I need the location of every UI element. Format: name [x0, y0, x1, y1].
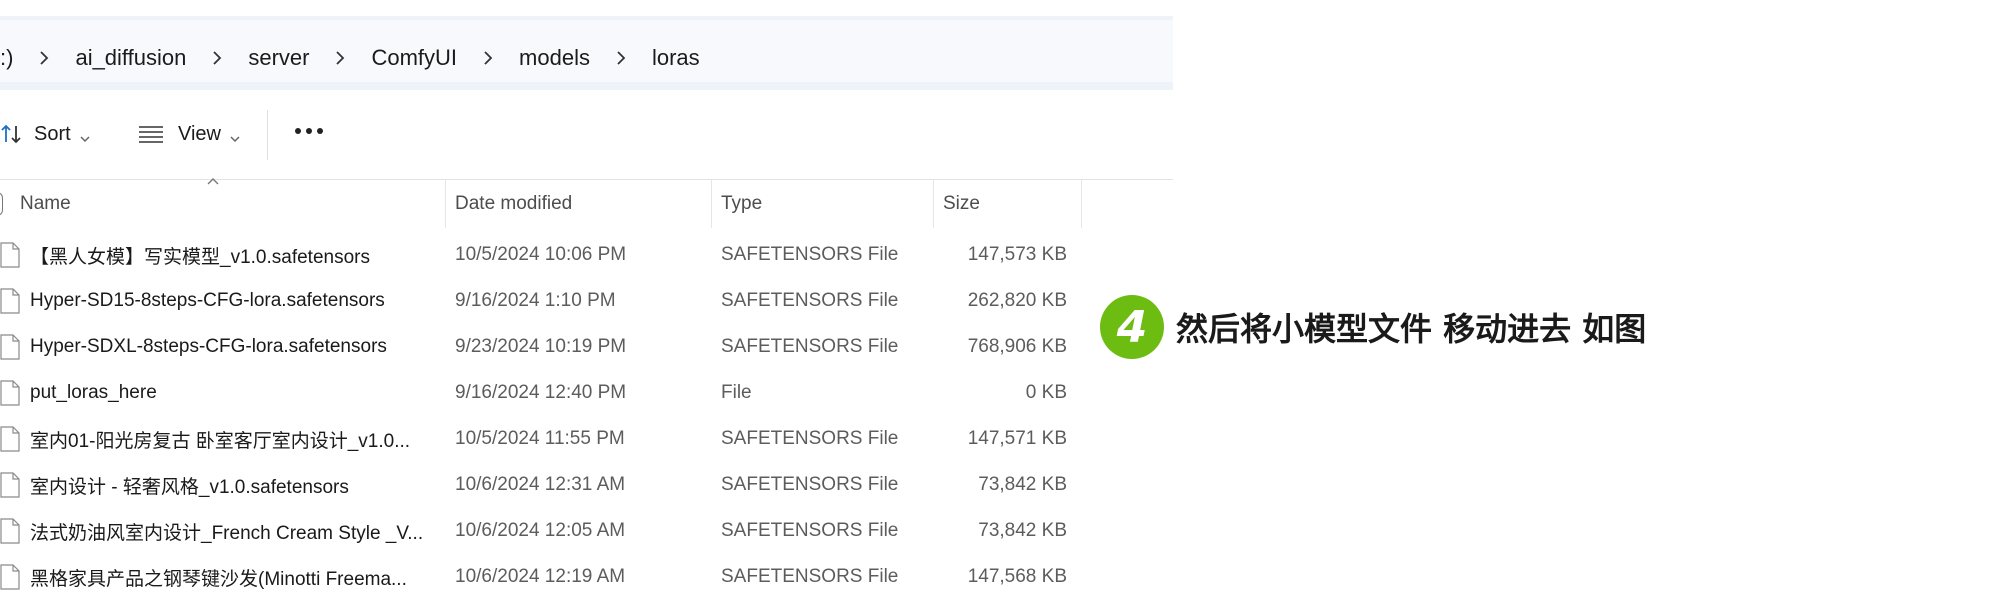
file-type: SAFETENSORS File [721, 290, 899, 311]
toolbar-divider [267, 110, 268, 160]
view-label: View [178, 122, 221, 145]
file-size: 768,906 KB [967, 336, 1067, 357]
file-row[interactable]: 【黑人女模】写实模型_v1.0.safetensors 10/5/2024 10… [0, 232, 1173, 278]
file-name: Hyper-SD15-8steps-CFG-lora.safetensors [30, 290, 385, 311]
file-type: SAFETENSORS File [721, 336, 899, 357]
file-type: SAFETENSORS File [721, 474, 899, 495]
file-size: 262,820 KB [967, 290, 1067, 311]
annotation-text: 然后将小模型文件 移动进去 如图 [1176, 310, 1647, 348]
file-date: 9/23/2024 10:19 PM [455, 336, 627, 357]
file-date: 10/5/2024 10:06 PM [455, 244, 627, 265]
chevron-right-icon [329, 47, 351, 69]
column-divider[interactable] [933, 180, 934, 228]
file-name: Hyper-SDXL-8steps-CFG-lora.safetensors [30, 336, 387, 357]
file-name: 【黑人女模】写实模型_v1.0.safetensors [30, 246, 370, 268]
breadcrumb-ai-diffusion[interactable]: ai_diffusion [75, 45, 186, 71]
chevron-right-icon [610, 47, 632, 69]
file-name: put_loras_here [30, 382, 157, 403]
file-type: SAFETENSORS File [721, 428, 899, 449]
file-date: 10/6/2024 12:19 AM [455, 566, 626, 587]
file-icon [0, 380, 20, 406]
file-date: 10/5/2024 11:55 PM [455, 428, 625, 449]
file-size: 147,571 KB [967, 428, 1067, 449]
chevron-right-icon [477, 47, 499, 69]
column-divider[interactable] [1081, 180, 1082, 228]
file-type: SAFETENSORS File [721, 244, 899, 265]
step-annotation: 4 然后将小模型文件 移动进去 如图 [1100, 293, 1646, 361]
file-date: 10/6/2024 12:31 AM [455, 474, 626, 495]
chevron-down-icon [79, 128, 91, 143]
file-icon [0, 334, 20, 360]
file-icon [0, 518, 20, 544]
sort-button[interactable]: Sort [0, 116, 91, 152]
file-name: 法式奶油风室内设计_French Cream Style _V... [30, 522, 424, 544]
file-type: File [721, 382, 752, 403]
breadcrumb-server[interactable]: server [248, 45, 309, 71]
sort-label: Sort [34, 122, 71, 145]
chevron-right-icon [206, 47, 228, 69]
file-name: 黑格家具产品之钢琴键沙发(Minotti Freema... [30, 568, 407, 590]
file-row[interactable]: 黑格家具产品之钢琴键沙发(Minotti Freema... 10/6/2024… [0, 554, 1173, 600]
file-date: 9/16/2024 12:40 PM [455, 382, 627, 403]
breadcrumb-loras[interactable]: loras [652, 45, 700, 71]
view-button[interactable]: View [138, 116, 241, 152]
file-size: 73,842 KB [978, 520, 1067, 541]
breadcrumb-drive[interactable]: :) [0, 45, 13, 71]
command-toolbar: Sort View [0, 90, 1173, 180]
breadcrumb-models[interactable]: models [519, 45, 590, 71]
file-icon [0, 242, 20, 268]
column-header-date-modified[interactable]: Date modified [455, 180, 572, 228]
file-icon [0, 426, 20, 452]
breadcrumb: :) ai_diffusion server ComfyUI models lo… [0, 36, 700, 80]
column-divider[interactable] [445, 180, 446, 228]
chevron-down-icon [229, 128, 241, 143]
file-icon [0, 564, 20, 590]
more-options-icon[interactable] [295, 128, 323, 134]
sort-icon [0, 122, 24, 146]
file-date: 10/6/2024 12:05 AM [455, 520, 626, 541]
file-size: 0 KB [1025, 382, 1067, 403]
column-header-type[interactable]: Type [721, 180, 762, 228]
step-number-badge: 4 [1100, 295, 1164, 359]
file-row[interactable]: put_loras_here 9/16/2024 12:40 PM File 0… [0, 370, 1173, 416]
file-size: 73,842 KB [978, 474, 1067, 495]
file-type: SAFETENSORS File [721, 520, 899, 541]
select-all-checkbox[interactable] [0, 192, 3, 216]
file-name: 室内01-阳光房复古 卧室客厅室内设计_v1.0... [30, 430, 411, 452]
file-row[interactable]: 室内设计 - 轻奢风格_v1.0.safetensors 10/6/2024 1… [0, 462, 1173, 508]
view-list-icon [138, 124, 164, 144]
file-explorer-window: :) ai_diffusion server ComfyUI models lo… [0, 0, 1173, 602]
breadcrumb-comfyui[interactable]: ComfyUI [371, 45, 457, 71]
file-row[interactable]: 室内01-阳光房复古 卧室客厅室内设计_v1.0... 10/5/2024 11… [0, 416, 1173, 462]
address-bar[interactable]: :) ai_diffusion server ComfyUI models lo… [0, 16, 1173, 90]
chevron-right-icon [33, 47, 55, 69]
file-name: 室内设计 - 轻奢风格_v1.0.safetensors [30, 476, 349, 498]
file-list: 【黑人女模】写实模型_v1.0.safetensors 10/5/2024 10… [0, 232, 1173, 600]
file-size: 147,568 KB [967, 566, 1067, 587]
file-row[interactable]: Hyper-SD15-8steps-CFG-lora.safetensors 9… [0, 278, 1173, 324]
file-row[interactable]: Hyper-SDXL-8steps-CFG-lora.safetensors 9… [0, 324, 1173, 370]
file-date: 9/16/2024 1:10 PM [455, 290, 616, 311]
column-divider[interactable] [711, 180, 712, 228]
column-header-name[interactable]: Name [20, 180, 71, 228]
file-icon [0, 472, 20, 498]
file-row[interactable]: 法式奶油风室内设计_French Cream Style _V... 10/6/… [0, 508, 1173, 554]
file-size: 147,573 KB [967, 244, 1067, 265]
file-type: SAFETENSORS File [721, 566, 899, 587]
column-header-row: Name Date modified Type Size [0, 180, 1173, 228]
file-icon [0, 288, 20, 314]
column-header-size[interactable]: Size [943, 180, 980, 228]
